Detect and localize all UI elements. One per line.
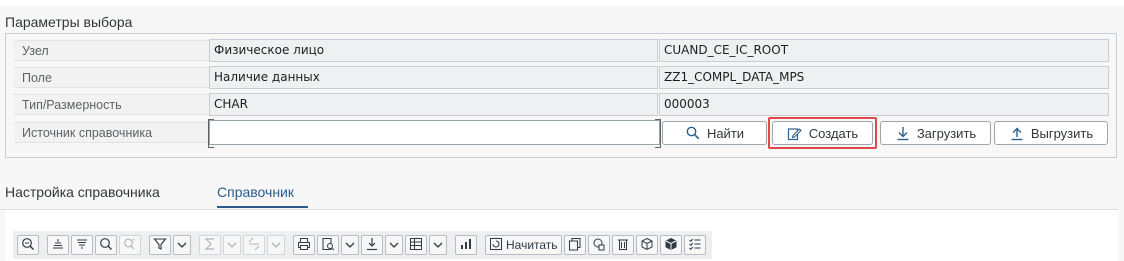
find-button-label: Найти — [706, 125, 745, 141]
field-code-field: ZZ1_COMPL_DATA_MPS — [659, 66, 1109, 89]
download-button[interactable]: Выгрузить — [994, 121, 1108, 145]
source-input[interactable] — [208, 119, 661, 148]
dimension-value-field: 000003 — [659, 93, 1109, 116]
view-dropdown[interactable] — [341, 235, 359, 255]
zoom-icon — [21, 237, 35, 254]
row-label-node: Узел — [14, 40, 210, 61]
filter-button[interactable] — [149, 235, 171, 255]
printer-icon — [297, 237, 311, 254]
sort-ascending-icon — [51, 237, 65, 254]
sum-icon — [204, 237, 216, 254]
create-button[interactable]: Создать — [772, 121, 873, 145]
print-button[interactable] — [293, 235, 315, 255]
download-button-label: Выгрузить — [1030, 125, 1094, 141]
tab-strip: Настройка справочника Справочник — [0, 176, 1124, 210]
search-icon — [685, 125, 701, 141]
chevron-down-icon — [345, 238, 355, 252]
append-icon — [592, 237, 606, 254]
type-value-field: CHAR — [209, 93, 658, 116]
refresh-icon — [489, 237, 503, 254]
view-button[interactable] — [317, 235, 339, 255]
copy-button[interactable] — [563, 235, 586, 255]
cube-icon — [640, 237, 654, 254]
chevron-down-icon — [389, 238, 399, 252]
print-preview-icon — [321, 237, 335, 254]
filter-icon — [153, 237, 167, 254]
upload-icon — [1009, 125, 1025, 141]
filter-dropdown[interactable] — [173, 235, 191, 255]
subtotal-button[interactable] — [243, 235, 265, 255]
start-button[interactable]: Начитать — [485, 235, 562, 255]
chevron-down-icon — [227, 238, 237, 252]
search-next-icon: + — [123, 237, 137, 254]
checklist-button[interactable] — [683, 235, 706, 255]
checklist-icon — [688, 237, 702, 254]
upload-button[interactable]: Загрузить — [880, 121, 991, 145]
delete-row-button[interactable] — [659, 235, 682, 255]
section-title: Параметры выбора — [5, 14, 133, 30]
top-strip — [0, 0, 1124, 6]
search-icon — [99, 237, 113, 254]
download-icon — [895, 125, 911, 141]
svg-text:+: + — [132, 238, 136, 244]
sum-dropdown[interactable] — [223, 235, 241, 255]
cube-icon — [664, 237, 678, 254]
bar-chart-icon — [459, 237, 473, 254]
row-label-source: Источник справочника — [14, 122, 210, 143]
node-value-field: Физическое лицо — [209, 39, 658, 62]
sum-button[interactable] — [199, 235, 221, 255]
tab-directory-settings[interactable]: Настройка справочника — [5, 184, 160, 200]
tab-directory[interactable]: Справочник — [217, 184, 294, 200]
export-icon — [365, 237, 379, 254]
row-label-type: Тип/Размерность — [14, 94, 210, 115]
sort-descending-icon — [75, 237, 89, 254]
start-button-label: Начитать — [506, 238, 558, 252]
trash-icon — [616, 237, 630, 254]
chart-button[interactable] — [455, 235, 477, 255]
edit-icon — [787, 125, 803, 141]
table-toolbar-area: + Начитать — [5, 210, 1118, 261]
export-button[interactable] — [361, 235, 383, 255]
chevron-down-icon — [177, 238, 187, 252]
active-tab-indicator — [217, 206, 308, 208]
layout-dropdown[interactable] — [429, 235, 447, 255]
sort-descending-button[interactable] — [71, 235, 93, 255]
upload-button-label: Загрузить — [916, 125, 977, 141]
find-next-button[interactable]: + — [119, 235, 141, 255]
find-button[interactable]: Найти — [662, 121, 767, 145]
details-button[interactable] — [17, 235, 39, 255]
export-dropdown[interactable] — [385, 235, 403, 255]
insert-row-button[interactable] — [635, 235, 658, 255]
chevron-down-icon — [433, 238, 443, 252]
append-button[interactable] — [587, 235, 610, 255]
copy-icon — [568, 237, 582, 254]
grid-layout-icon — [409, 237, 423, 254]
chevron-down-icon — [271, 238, 281, 252]
field-value-field: Наличие данных — [209, 66, 658, 89]
find-in-table-button[interactable] — [95, 235, 117, 255]
row-label-field: Поле — [14, 67, 210, 88]
subtotal-icon — [247, 237, 261, 254]
table-toolbar: + Начитать — [13, 231, 712, 259]
delete-button[interactable] — [611, 235, 634, 255]
create-button-label: Создать — [808, 125, 859, 141]
node-code-field: CUAND_CE_IC_ROOT — [659, 39, 1109, 62]
subtotal-dropdown[interactable] — [267, 235, 285, 255]
sort-ascending-button[interactable] — [47, 235, 69, 255]
layout-button[interactable] — [405, 235, 427, 255]
